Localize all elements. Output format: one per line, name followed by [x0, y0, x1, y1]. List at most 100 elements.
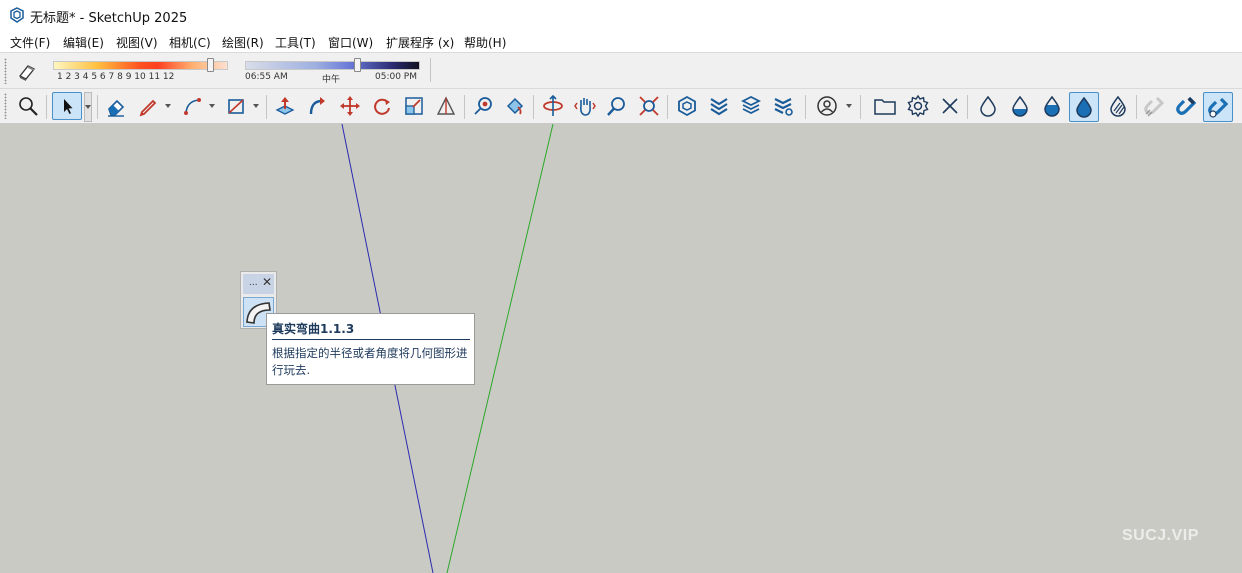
- month-slider-track[interactable]: [53, 61, 228, 70]
- toolbar-grip[interactable]: [4, 58, 7, 84]
- toolbar-separator: [533, 95, 534, 119]
- offset-icon: [436, 96, 456, 115]
- close-icon: [942, 98, 958, 114]
- title-bar: 无标题* - SketchUp 2025: [0, 0, 1242, 30]
- settings-button[interactable]: [904, 92, 932, 120]
- drop-half-button[interactable]: [1006, 92, 1034, 120]
- magnet-button[interactable]: [1172, 92, 1200, 120]
- pencil-icon: [139, 99, 157, 117]
- rectangle-button[interactable]: [222, 92, 250, 120]
- drop-outline-button[interactable]: [974, 92, 1002, 120]
- watermark: SUCJ.VIP: [1122, 527, 1199, 544]
- zoom-button[interactable]: [603, 92, 631, 120]
- profile-button[interactable]: [813, 92, 841, 120]
- menu-file[interactable]: 文件(F): [10, 34, 50, 51]
- select-dropdown[interactable]: [84, 92, 92, 122]
- paint-bucket-button[interactable]: [501, 92, 529, 120]
- floating-toolbar-close[interactable]: ✕: [262, 275, 272, 289]
- toolbar-separator: [860, 95, 861, 119]
- magnet-settings-button[interactable]: [1203, 92, 1233, 122]
- menu-window[interactable]: 窗口(W): [328, 34, 373, 51]
- menu-bar: 文件(F) 编辑(E) 视图(V) 相机(C) 绘图(R) 工具(T) 窗口(W…: [0, 30, 1242, 52]
- menu-view[interactable]: 视图(V): [116, 34, 158, 51]
- arc-dropdown[interactable]: [208, 92, 216, 120]
- eraser-button[interactable]: [102, 92, 130, 120]
- time-mid-label: 中午: [322, 75, 341, 85]
- floating-toolbar-header[interactable]: ... ✕: [243, 274, 274, 294]
- arc-icon: [184, 98, 201, 115]
- push-pull-icon: [275, 97, 295, 115]
- extension-warehouse-button[interactable]: [705, 92, 733, 120]
- close-tool-button[interactable]: [936, 92, 964, 120]
- toolbar-grip[interactable]: [4, 93, 7, 119]
- folder-button[interactable]: [871, 92, 899, 120]
- warehouse-button[interactable]: [673, 92, 701, 120]
- axes-layer: [341, 124, 554, 573]
- magnet-icon: [1176, 96, 1197, 115]
- eraser-icon: [108, 99, 125, 117]
- tape-measure-button[interactable]: [469, 92, 497, 120]
- time-slider-thumb[interactable]: [354, 58, 362, 72]
- profile-icon: [817, 96, 837, 116]
- pan-button[interactable]: [571, 92, 599, 120]
- drop-full-button[interactable]: [1069, 92, 1099, 122]
- modeling-viewport[interactable]: [0, 124, 1242, 573]
- toolbar-separator: [967, 95, 968, 119]
- menu-camera[interactable]: 相机(C): [169, 34, 211, 51]
- drop-half-icon: [1012, 95, 1028, 117]
- select-button[interactable]: [52, 92, 82, 120]
- pencil-dropdown[interactable]: [164, 92, 172, 120]
- shadow-settings-icon: [18, 65, 36, 81]
- offset-button[interactable]: [432, 92, 460, 120]
- zoom-window-icon: [19, 97, 38, 116]
- shadow-settings-button[interactable]: [13, 57, 41, 85]
- menu-extensions[interactable]: 扩展程序 (x): [386, 34, 454, 51]
- menu-tools[interactable]: 工具(T): [275, 34, 316, 51]
- pencil-button[interactable]: [134, 92, 162, 120]
- menu-edit[interactable]: 编辑(E): [63, 34, 104, 51]
- floating-toolbar-menu[interactable]: ...: [249, 278, 258, 288]
- layout-icon: [740, 95, 762, 115]
- extension-manager-button[interactable]: [769, 92, 797, 120]
- drop-outline-icon: [980, 95, 996, 117]
- tooltip-description: 根据指定的半径或者角度将几何图形进行玩去.: [272, 346, 468, 377]
- orbit-icon: [543, 94, 563, 116]
- paint-bucket-icon: [506, 97, 524, 115]
- orbit-button[interactable]: [539, 92, 567, 120]
- drop-mostly-button[interactable]: [1038, 92, 1066, 120]
- scale-button[interactable]: [400, 92, 428, 120]
- layout-button[interactable]: [737, 92, 765, 120]
- toolbar-separator: [46, 95, 47, 119]
- toolbar-separator: [464, 95, 465, 119]
- profile-dropdown[interactable]: [845, 92, 853, 120]
- toolbar-separator: [1136, 95, 1137, 119]
- zoom-window-button[interactable]: [14, 92, 42, 120]
- sketchup-logo-icon: [10, 7, 24, 23]
- toolbar-separator: [430, 58, 431, 82]
- toolbar-separator: [97, 95, 98, 119]
- main-toolbar: [0, 88, 1242, 124]
- rotate-button[interactable]: [368, 92, 396, 120]
- extension-manager-icon: [774, 98, 793, 116]
- tape-measure-icon: [474, 97, 492, 115]
- magnet-off-icon: [1144, 96, 1165, 117]
- menu-draw[interactable]: 绘图(R): [222, 34, 264, 51]
- push-pull-button[interactable]: [271, 92, 299, 120]
- rotate-icon: [374, 98, 390, 115]
- move-button[interactable]: [336, 92, 364, 120]
- zoom-extents-button[interactable]: [635, 92, 663, 120]
- magnet-off-button[interactable]: [1140, 92, 1168, 120]
- tooltip-title: 真实弯曲1.1.3: [272, 322, 355, 336]
- folder-icon: [874, 99, 896, 115]
- rectangle-dropdown[interactable]: [252, 92, 260, 120]
- follow-me-button[interactable]: [303, 92, 331, 120]
- month-tick-labels: 1 2 3 4 5 6 7 8 9 10 11 12: [57, 72, 175, 82]
- drop-striped-button[interactable]: [1104, 92, 1132, 120]
- magnet-settings-icon: [1208, 97, 1229, 118]
- menu-help[interactable]: 帮助(H): [464, 34, 506, 51]
- time-end-label: 05:00 PM: [375, 72, 417, 82]
- move-icon: [340, 96, 360, 116]
- time-slider-track[interactable]: [245, 61, 420, 70]
- month-slider-thumb[interactable]: [207, 58, 215, 72]
- arc-button[interactable]: [178, 92, 206, 120]
